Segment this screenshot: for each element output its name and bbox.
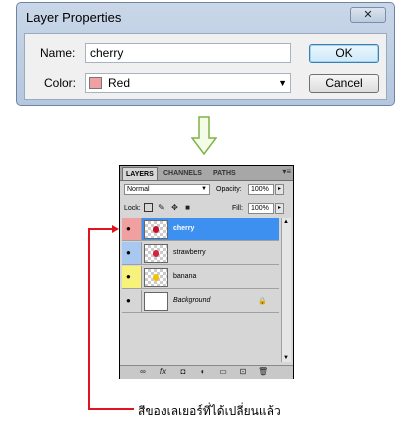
lock-icon: 🔒 [258, 298, 267, 305]
blend-mode-select[interactable]: Normal ▼ [124, 184, 210, 195]
layer-row-background[interactable]: ● Background 🔒 [122, 290, 279, 313]
color-swatch [89, 77, 102, 89]
color-label: Color: [44, 76, 77, 90]
lock-all-icon[interactable]: ■ [183, 203, 192, 212]
fill-field[interactable]: 100% [248, 203, 274, 214]
scroll-up-icon[interactable]: ▲ [283, 219, 289, 225]
eye-icon[interactable]: ● [126, 248, 131, 257]
layer-thumbnail [144, 220, 168, 239]
dialog-body: Name: Color: Red ▼ OK Cancel [24, 33, 387, 100]
scroll-down-icon[interactable]: ▼ [283, 355, 289, 361]
layer-row-cherry[interactable]: ● cherry [122, 218, 279, 241]
trash-icon[interactable]: 🗑 [258, 367, 268, 377]
layer-name: Background [173, 297, 211, 304]
fill-arrow-icon[interactable]: ▸ [275, 203, 284, 214]
link-icon[interactable]: ∞ [138, 367, 148, 377]
color-value: Red [108, 76, 131, 90]
red-connector-top [88, 228, 113, 230]
panel-bottom-toolbar: ∞ fx ◘ ◐ ▭ ⊡ 🗑 [120, 365, 293, 379]
layer-row-strawberry[interactable]: ● strawberry [122, 242, 279, 265]
layer-color-label: ● [122, 266, 142, 288]
panel-tabs: LAYERS CHANNELS PATHS ▾≡ [120, 166, 293, 181]
eye-icon[interactable]: ● [126, 296, 131, 305]
color-select[interactable]: Red ▼ [85, 73, 291, 93]
name-label: Name: [40, 46, 76, 60]
layer-name: banana [173, 273, 197, 280]
cherry-icon [153, 226, 159, 233]
opacity-arrow-icon[interactable]: ▸ [275, 184, 284, 195]
opacity-field[interactable]: 100% [248, 184, 274, 195]
panel-menu-icon[interactable]: ▾≡ [282, 167, 291, 176]
layers-panel: LAYERS CHANNELS PATHS ▾≡ Normal ▼ Opacit… [119, 165, 294, 379]
name-field[interactable] [85, 43, 291, 63]
banana-icon [153, 274, 159, 281]
ok-button[interactable]: OK [309, 44, 379, 63]
layer-color-label: ● [122, 290, 142, 312]
dialog-title: Layer Properties [26, 10, 122, 25]
eye-icon[interactable]: ● [126, 272, 131, 281]
layer-list: ● cherry ● strawberry ● banana ● Backgro… [122, 218, 281, 362]
red-connector-vertical [88, 228, 90, 410]
layer-name: cherry [173, 225, 195, 232]
red-arrowhead-icon [112, 225, 119, 233]
lock-label: Lock: [124, 205, 141, 212]
red-connector-bottom [88, 408, 134, 410]
down-arrow-icon [191, 116, 217, 156]
adjustment-icon[interactable]: ◐ [198, 367, 208, 377]
chevron-down-icon: ▼ [278, 78, 287, 88]
eye-icon[interactable]: ● [126, 224, 131, 233]
layer-name: strawberry [173, 249, 206, 256]
fx-icon[interactable]: fx [158, 367, 168, 377]
lock-brush-icon[interactable]: ✎ [157, 203, 166, 212]
layer-thumbnail [144, 244, 168, 263]
layer-thumbnail [144, 292, 168, 311]
layer-properties-dialog: Layer Properties ✕ Name: Color: Red ▼ OK… [16, 2, 395, 106]
layers-scrollbar[interactable]: ▲ ▼ [281, 218, 291, 362]
tab-layers[interactable]: LAYERS [122, 167, 158, 180]
layer-thumbnail [144, 268, 168, 287]
tab-paths[interactable]: PATHS [210, 167, 239, 180]
layer-color-label: ● [122, 242, 142, 264]
opacity-label: Opacity: [216, 186, 242, 193]
strawberry-icon [153, 250, 159, 257]
mask-icon[interactable]: ◘ [178, 367, 188, 377]
group-icon[interactable]: ▭ [218, 367, 228, 377]
new-layer-icon[interactable]: ⊡ [238, 367, 248, 377]
fill-label: Fill: [232, 205, 243, 212]
blend-mode-value: Normal [127, 186, 150, 193]
chevron-down-icon: ▼ [201, 186, 207, 192]
lock-transparency-icon[interactable] [144, 203, 153, 212]
layer-color-label: ● [122, 218, 142, 240]
caption: สีของเลเยอร์ที่ได้เปลี่ยนแล้ว [138, 404, 281, 418]
cancel-button[interactable]: Cancel [309, 74, 379, 93]
tab-channels[interactable]: CHANNELS [160, 167, 205, 180]
lock-move-icon[interactable]: ✥ [170, 203, 179, 212]
close-icon[interactable]: ✕ [350, 7, 386, 23]
layer-row-banana[interactable]: ● banana [122, 266, 279, 289]
